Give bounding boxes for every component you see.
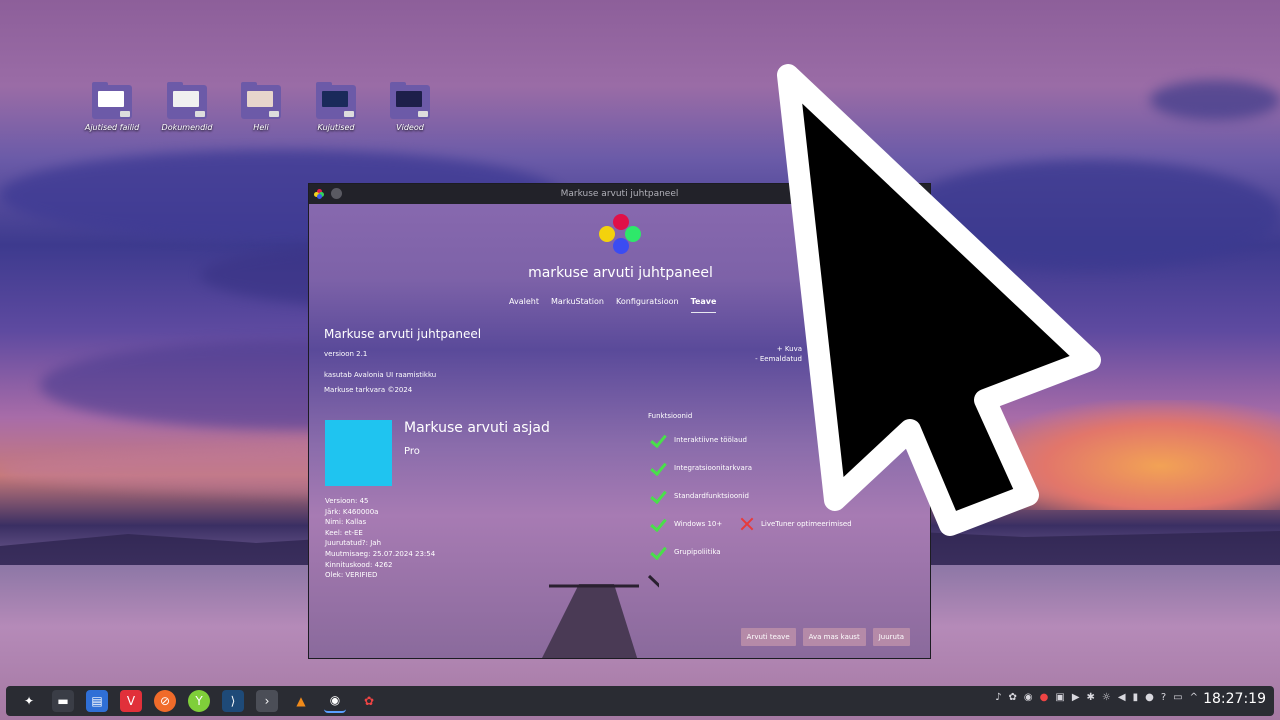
folder-icon — [167, 82, 207, 119]
detail-row: Keel: et-EE — [325, 528, 363, 537]
display-icon[interactable]: ▭ — [1173, 692, 1182, 703]
function-item: Standardfunktsioonid — [650, 488, 749, 504]
vivaldi-browser-icon[interactable]: V — [120, 690, 142, 712]
desktop-icon-kujutised[interactable]: Kujutised — [301, 82, 371, 132]
function-label: Integratsioonitarkvara — [674, 464, 753, 472]
tab-markustation[interactable]: MarkuStation — [551, 297, 604, 313]
check-icon — [650, 488, 668, 504]
tab-konfiguratsioon[interactable]: Konfiguratsioon — [616, 297, 679, 313]
function-label: Windows 10+ — [674, 520, 723, 528]
obs-icon[interactable]: ◉ — [324, 689, 346, 713]
function-item: Windows 10+ — [650, 516, 722, 532]
product-name: Markuse arvuti asjad — [404, 420, 550, 436]
function-item: Grupipoliitika — [650, 544, 721, 560]
vscode-icon[interactable]: ⟩ — [222, 690, 244, 712]
function-item: Integratsioonitarkvara — [650, 460, 752, 476]
folder-icon — [390, 82, 430, 119]
clock[interactable]: 18:27:19 — [1203, 691, 1266, 707]
deploy-button[interactable]: Juuruta — [872, 628, 910, 646]
function-item: Interaktiivne töölaud — [650, 432, 747, 448]
cross-icon — [739, 516, 755, 532]
detail-row: Kinnituskood: 4262 — [325, 560, 393, 569]
desktop-icon-label: Heli — [253, 123, 269, 132]
tab-teave[interactable]: Teave — [690, 297, 717, 313]
close-icon[interactable] — [331, 188, 342, 199]
desktop-icon-label: Videod — [396, 123, 424, 132]
pier-image — [542, 574, 659, 658]
app-logo-icon — [314, 189, 324, 199]
console-icon[interactable]: › — [256, 690, 278, 712]
function-label: Grupipoliitika — [674, 548, 721, 556]
check-icon — [650, 460, 668, 476]
volume-icon[interactable]: ◀ — [1118, 692, 1126, 703]
action-buttons: Arvuti teave Ava mas kaust Juuruta — [740, 628, 910, 646]
color-app-icon[interactable]: ✿ — [1009, 692, 1017, 703]
check-icon — [650, 544, 668, 560]
functions-title: Funktsioonid — [648, 412, 693, 420]
record-icon[interactable]: ● — [1040, 692, 1049, 703]
nav-tabs: Avaleht MarkuStation Konfiguratsioon Tea… — [509, 297, 717, 313]
app-launcher-icon[interactable]: ✦ — [18, 690, 40, 712]
open-folder-button[interactable]: Ava mas kaust — [802, 628, 866, 646]
function-label: Standardfunktsioonid — [674, 492, 749, 500]
system-tray: ♪ ✿ ◉ ● ▣ ▶ ✱ ☼ ◀ ▮ ● ? ▭ ^ — [995, 692, 1198, 703]
detail-row: Juurutatud?: Jah — [325, 539, 381, 548]
battery-icon[interactable]: ▮ — [1133, 692, 1139, 703]
yandex-icon[interactable]: Y — [188, 690, 210, 712]
tab-avaleht[interactable]: Avaleht — [509, 297, 539, 313]
check-icon — [650, 432, 668, 448]
desktop-icon-label: Ajutised failid — [84, 123, 140, 132]
computer-info-button[interactable]: Arvuti teave — [740, 628, 796, 646]
help-icon[interactable]: ? — [1161, 692, 1166, 703]
media-icon[interactable]: ▶ — [1072, 692, 1080, 703]
desktop-icon-label: Kujutised — [317, 123, 355, 132]
desktop-icon-ajutised-failid[interactable]: Ajutised failid — [77, 82, 147, 132]
detail-row: Nimi: Kallas — [325, 518, 367, 527]
desktop-icon-heli[interactable]: Heli — [226, 82, 296, 132]
microphone-icon[interactable]: ● — [1145, 692, 1154, 703]
desktop-icon-dokumendid[interactable]: Dokumendid — [152, 82, 222, 132]
taskbar: ✦ ▬ ▤ V ⊘ Y ⟩ › ▲ ◉ ✿ ♪ ✿ ◉ ● ▣ ▶ ✱ ☼ ◀ … — [6, 686, 1274, 716]
obs-tray-icon[interactable]: ◉ — [1024, 692, 1033, 703]
detail-row: Järk: K460000a — [325, 507, 379, 516]
app-logo-icon — [599, 214, 643, 256]
notification-icon[interactable]: ♪ — [995, 692, 1001, 703]
brightness-icon[interactable]: ☼ — [1102, 692, 1111, 703]
window-title: Markuse arvuti juhtpaneel — [560, 189, 679, 199]
detail-row: Muutmisaeg: 25.07.2024 23:54 — [325, 549, 436, 558]
about-version: versioon 2.1 — [324, 350, 368, 358]
product-tile — [325, 420, 392, 486]
folder-icon — [316, 82, 356, 119]
desktop-icon-label: Dokumendid — [161, 123, 213, 132]
vlc-icon[interactable]: ▲ — [290, 690, 312, 712]
about-copyright: Markuse tarkvara ©2024 — [324, 386, 413, 394]
compass-icon[interactable]: ⊘ — [154, 690, 176, 712]
clipboard-icon[interactable]: ▣ — [1055, 692, 1064, 703]
detail-row: Versioon: 45 — [325, 497, 369, 505]
folder-icon — [92, 82, 132, 119]
function-label: Interaktiivne töölaud — [674, 436, 747, 444]
check-icon — [650, 516, 668, 532]
about-title: Markuse arvuti juhtpaneel — [324, 327, 482, 341]
bluetooth-icon[interactable]: ✱ — [1087, 692, 1095, 703]
chevron-up-icon[interactable]: ^ — [1190, 692, 1198, 703]
product-details: Versioon: 45 Järk: K460000a Nimi: Kallas… — [325, 496, 435, 581]
desktop-icon-videod[interactable]: Videod — [375, 82, 445, 132]
detail-row: Olek: VERIFIED — [325, 571, 378, 580]
about-framework: kasutab Avalonia UI raamistikku — [324, 371, 437, 379]
product-edition: Pro — [404, 446, 420, 457]
mouse-cursor-icon — [777, 64, 1101, 536]
terminal-icon[interactable]: ▬ — [52, 690, 74, 712]
folder-icon — [241, 82, 281, 119]
control-panel-icon[interactable]: ✿ — [358, 690, 380, 712]
file-manager-icon[interactable]: ▤ — [86, 690, 108, 712]
